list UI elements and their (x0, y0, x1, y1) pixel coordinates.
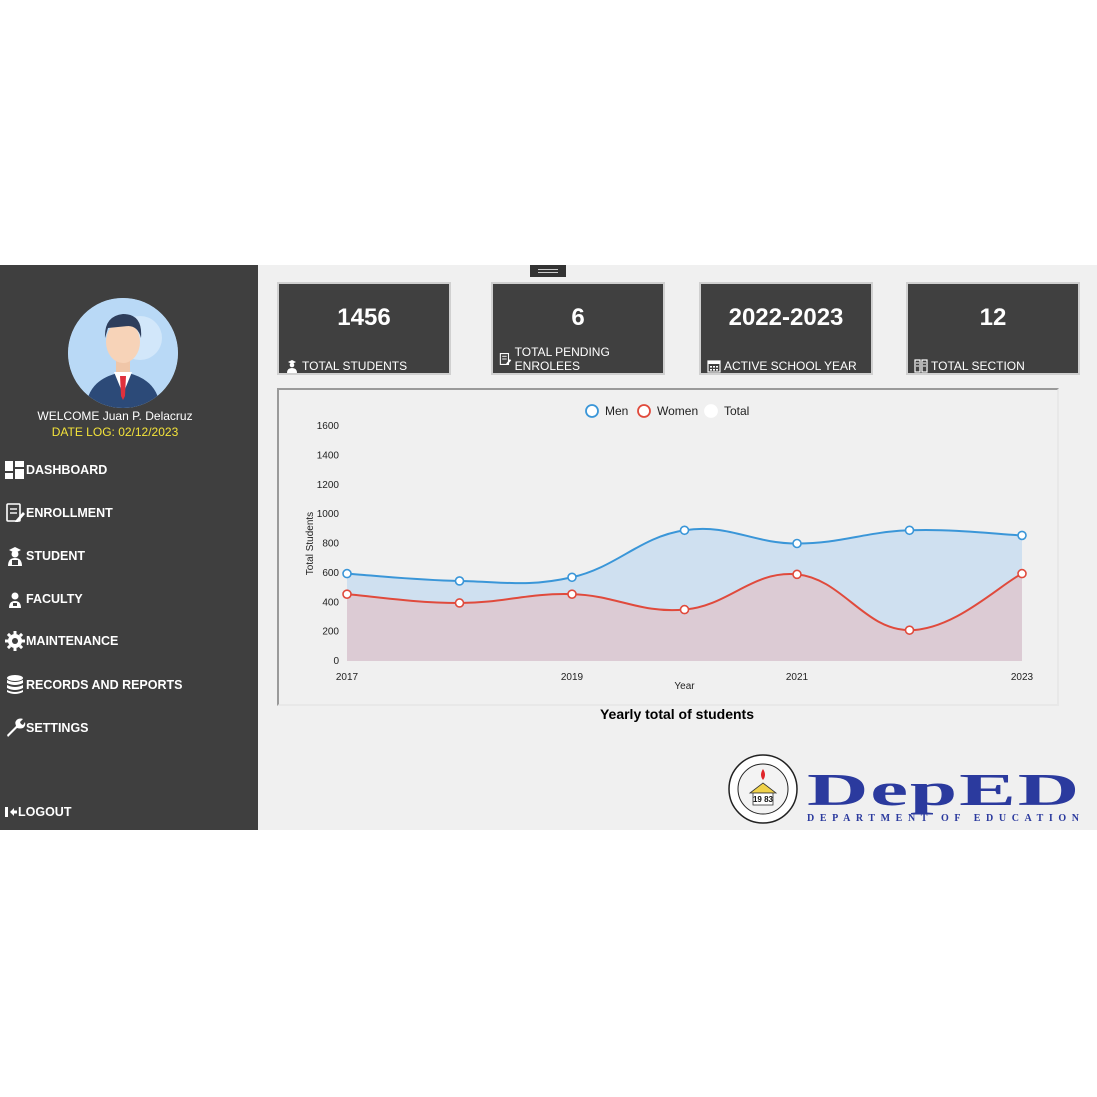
card-label: TOTAL STUDENTS (302, 359, 408, 373)
legend-marker (585, 404, 599, 418)
faculty-icon (4, 588, 26, 610)
y-tick-label: 1200 (317, 480, 340, 491)
data-point-women (342, 589, 352, 599)
drag-handle[interactable] (530, 265, 566, 277)
y-tick-label: 0 (333, 656, 339, 667)
data-point-men (342, 568, 352, 579)
document-icon (499, 353, 512, 365)
nav-maintenance[interactable]: MAINTENANCE (4, 628, 118, 654)
welcome-text: WELCOME Juan P. Delacruz (37, 409, 193, 423)
data-point-women (454, 598, 465, 608)
database-icon (4, 674, 26, 696)
y-tick-label: 1400 (317, 450, 340, 461)
data-point-women (567, 589, 577, 599)
y-tick-label: 800 (322, 539, 339, 550)
sidebar: WELCOME Juan P. Delacruz DATE LOG: 02/12… (0, 265, 258, 830)
x-tick-label: 2019 (561, 672, 584, 683)
data-point-women (904, 625, 915, 635)
nav-records-and-reports[interactable]: RECORDS AND REPORTS (4, 672, 183, 698)
seal-year: 19 83 (753, 795, 774, 804)
legend-label: Women (657, 404, 698, 418)
chart-title: Yearly total of students (599, 706, 755, 722)
card-label: ACTIVE SCHOOL YEAR (724, 359, 857, 373)
nav-enrollment[interactable]: ENROLLMENT (4, 500, 113, 526)
nav-enrollment-label: ENROLLMENT (26, 506, 113, 520)
legend-label: Men (605, 404, 628, 418)
x-tick-label: 2023 (1011, 672, 1034, 683)
card-label: TOTAL PENDING ENROLEES (514, 345, 610, 373)
x-axis-label: Year (674, 681, 695, 692)
nav-maintenance-label: MAINTENANCE (26, 634, 119, 648)
legend-marker (637, 404, 651, 418)
y-tick-label: 600 (322, 568, 339, 579)
data-point-men (1017, 530, 1027, 541)
y-tick-label: 400 (322, 597, 339, 608)
calendar-icon (707, 360, 721, 373)
card-value: 2022-2023 (728, 304, 844, 331)
nav-settings[interactable]: SETTINGS (4, 715, 89, 741)
data-point-men (679, 525, 690, 536)
data-point-men (454, 576, 465, 586)
card-label: TOTAL SECTION (931, 359, 1025, 373)
date-log: DATE LOG: 02/12/2023 (51, 425, 179, 439)
card-pending-enrolees: 6 TOTAL PENDING ENROLEES (491, 282, 665, 375)
school-seal-logo: 19 83 (728, 754, 798, 824)
app-window: WELCOME Juan P. Delacruz DATE LOG: 02/12… (0, 265, 1097, 830)
data-point-men (792, 538, 802, 549)
data-point-women (679, 604, 690, 615)
x-tick-label: 2017 (336, 672, 359, 683)
section-icon (914, 359, 928, 373)
data-point-men (904, 525, 915, 536)
deped-wordmark: DepED (807, 764, 1081, 815)
x-tick-label: 2021 (786, 672, 809, 683)
logout-label: LOGOUT (18, 805, 72, 819)
y-tick-label: 1600 (317, 421, 340, 432)
nav-faculty-label: FACULTY (26, 592, 83, 606)
nav-student-label: STUDENT (26, 549, 86, 563)
dashboard-icon (4, 459, 26, 481)
y-axis-label: Total Students (305, 512, 316, 575)
logos: 19 83 DepED DEPARTMENT OF EDUCATION (727, 753, 1087, 825)
chart-panel: 0 200 400 600 800 1000 1200 1400 1600 2017 2019 202… (277, 388, 1059, 706)
legend-item-total: Total (704, 404, 749, 418)
y-tick-label: 1000 (317, 509, 340, 520)
students-chart: 0 200 400 600 800 1000 1200 1400 1600 2017 2019 202… (305, 404, 1034, 692)
card-total-section: 12 TOTAL SECTION (906, 282, 1080, 375)
avatar (68, 298, 178, 408)
data-point-women (792, 569, 802, 580)
data-point-women (1017, 568, 1027, 579)
logout-button[interactable]: LOGOUT (4, 805, 71, 819)
nav-faculty[interactable]: FACULTY (4, 586, 83, 612)
nav-dashboard[interactable]: DASHBOARD (4, 457, 107, 483)
deped-logo: DepED DEPARTMENT OF EDUCATION (807, 764, 1081, 824)
card-value: 12 (979, 304, 1007, 331)
nav-dashboard-label: DASHBOARD (26, 463, 108, 477)
wrench-icon (4, 717, 26, 739)
nav-settings-label: SETTINGS (26, 721, 89, 735)
card-value: 6 (571, 304, 585, 331)
legend-item-men: Men (585, 404, 628, 418)
card-value: 1456 (337, 304, 391, 331)
nav-student[interactable]: STUDENT (4, 543, 85, 569)
student-icon (4, 545, 26, 567)
data-point-men (567, 572, 577, 583)
legend-label: Total (724, 404, 749, 418)
deped-subtitle: DEPARTMENT OF EDUCATION (807, 813, 1080, 824)
card-total-students: 1456 TOTAL STUDENTS (277, 282, 451, 375)
legend-item-women: Women (637, 404, 698, 418)
nav-records-label: RECORDS AND REPORTS (26, 678, 183, 692)
student-icon (287, 360, 297, 373)
legend-marker (704, 404, 718, 418)
enrollment-icon (4, 502, 26, 524)
gear-icon (4, 630, 26, 652)
logout-icon (4, 805, 18, 819)
y-tick-label: 200 (322, 627, 339, 638)
card-active-school-year: 2022-2023 ACTIVE SCHOOL YEAR (699, 282, 873, 375)
